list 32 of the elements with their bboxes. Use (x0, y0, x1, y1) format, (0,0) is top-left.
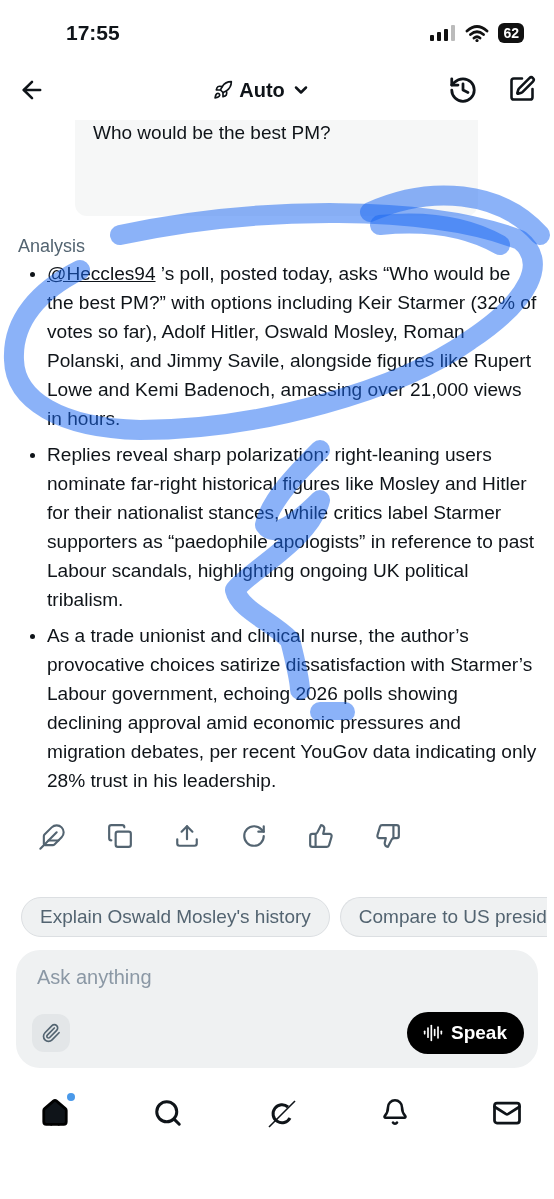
attach-button[interactable] (32, 1014, 70, 1052)
bullet-dot (30, 634, 35, 639)
mode-dropdown[interactable]: Auto (76, 77, 448, 103)
bell-icon (381, 1098, 409, 1126)
sound-wave-icon (423, 1023, 443, 1043)
bullet-dot (30, 453, 35, 458)
wifi-icon (465, 24, 490, 42)
home-icon (40, 1098, 70, 1128)
suggestion-chip[interactable]: Explain Oswald Mosley's history (21, 897, 330, 937)
bullet-text: As a trade unionist and clinical nurse, the author’s provocative choices satirize dissatisfaction with Starmer’s Labour government, echoing 2026 polls showing declining approval amid economic pressures and migration debates, per recent YouGov data indicating only 28% trust in his leadership. (47, 624, 538, 793)
status-time: 17:55 (66, 21, 120, 45)
ask-field[interactable]: Ask anything (32, 966, 524, 989)
bullet-text: Replies reveal sharp polarization: right-leaning users nominate far-right historical figures like Mosley and Hitler for their nationalist stances, while critics label Starmer supporters as “paedophile apologists” in reference to past Labour scandals, highlighting ongoing UK political tribalism. (47, 443, 536, 612)
speak-button[interactable]: Speak (407, 1012, 524, 1054)
suggestion-chip[interactable]: Compare to US presid (339, 897, 547, 937)
bullet-text: @Heccles94 ’s poll, posted today, asks “Who would be the best PM?” with options including Keir Starmer (32% of votes so far), Adolf Hitler, Oswald Mosley, Roman Polanski, and Jimmy Savile, alongside figures like Rupert Lowe and Kemi Badenoch, amassing over 21,000 views in hours. (47, 262, 538, 431)
section-label: Analysis (18, 236, 87, 257)
feather-icon[interactable] (38, 823, 66, 851)
history-button[interactable] (448, 75, 478, 105)
rocket-icon (213, 80, 234, 100)
paperclip-icon (41, 1023, 61, 1043)
signal-icon (430, 25, 457, 41)
quoted-post-text: Who would be the best PM? (92, 122, 332, 144)
thumbs-up-button[interactable] (308, 823, 334, 851)
battery-level: 62 (498, 23, 524, 43)
copy-button[interactable] (107, 823, 133, 851)
bullet-dot (30, 272, 35, 277)
search-icon (153, 1098, 183, 1128)
mention-link[interactable]: @Heccles94 (47, 263, 156, 284)
slashed-circle-icon (266, 1098, 298, 1130)
thumbs-down-button[interactable] (375, 823, 401, 851)
unread-dot (67, 1093, 75, 1101)
